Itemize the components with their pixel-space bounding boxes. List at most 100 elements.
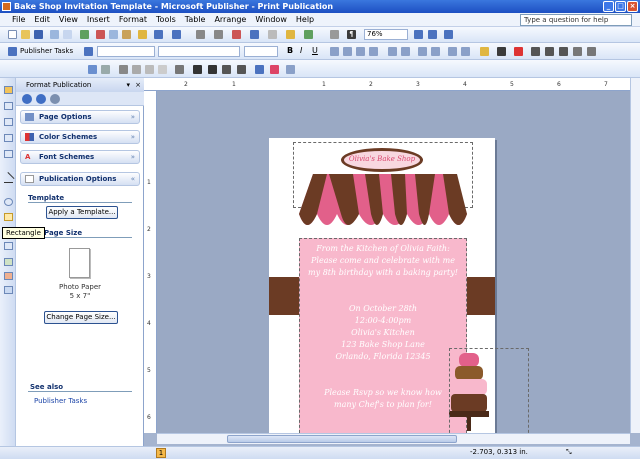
menu-window[interactable]: Window bbox=[255, 15, 287, 24]
horizontal-scrollbar[interactable] bbox=[157, 433, 630, 444]
publisher-tasks-label[interactable]: Publisher Tasks bbox=[20, 47, 73, 55]
line-color-icon[interactable] bbox=[497, 47, 506, 56]
menu-tools[interactable]: Tools bbox=[156, 15, 176, 24]
new-icon[interactable] bbox=[8, 30, 17, 39]
undo-icon[interactable] bbox=[154, 30, 163, 39]
expand-icon[interactable]: » bbox=[131, 131, 135, 143]
line-style-icon[interactable] bbox=[531, 47, 540, 56]
maximize-button[interactable]: □ bbox=[615, 1, 626, 12]
reset-picture-icon[interactable] bbox=[286, 65, 295, 74]
format-painter-icon[interactable] bbox=[138, 30, 147, 39]
shadow-style-icon[interactable] bbox=[573, 47, 582, 56]
menu-edit[interactable]: Edit bbox=[34, 15, 50, 24]
change-page-size-button[interactable]: Change Page Size... bbox=[44, 311, 118, 324]
help-search-input[interactable]: Type a question for help bbox=[520, 14, 632, 26]
font-size-up-icon[interactable] bbox=[448, 47, 457, 56]
color-icon[interactable] bbox=[101, 65, 110, 74]
menu-view[interactable]: View bbox=[59, 15, 78, 24]
help-icon[interactable] bbox=[444, 30, 453, 39]
awning-graphic[interactable] bbox=[299, 174, 467, 236]
justify-icon[interactable] bbox=[369, 47, 378, 56]
invitation-line[interactable]: 123 Bake Shop Lane bbox=[299, 339, 467, 351]
cut-icon[interactable] bbox=[96, 30, 105, 39]
align-center-icon[interactable] bbox=[343, 47, 352, 56]
open-icon[interactable] bbox=[21, 30, 30, 39]
apply-template-button[interactable]: Apply a Template... bbox=[46, 206, 118, 219]
form-control-icon[interactable] bbox=[4, 286, 13, 294]
redo-icon[interactable] bbox=[172, 30, 181, 39]
insert-hyperlink-icon[interactable] bbox=[232, 30, 241, 39]
picture-icon[interactable] bbox=[286, 30, 295, 39]
section-color-schemes[interactable]: Color Schemes » bbox=[20, 130, 140, 144]
invitation-line[interactable]: 12:00-4:00pm bbox=[299, 315, 467, 327]
page-navigator[interactable]: 1 bbox=[156, 448, 166, 458]
home-icon[interactable] bbox=[50, 94, 60, 104]
contrast-up-icon[interactable] bbox=[119, 65, 128, 74]
rotate-left-icon[interactable] bbox=[193, 65, 202, 74]
menu-format[interactable]: Format bbox=[119, 15, 147, 24]
select-objects-icon[interactable] bbox=[4, 86, 13, 94]
hot-spot-icon[interactable] bbox=[4, 258, 13, 266]
zoom-dropdown[interactable]: 76% bbox=[364, 29, 408, 40]
arrow-icon[interactable] bbox=[4, 182, 13, 190]
align-right-icon[interactable] bbox=[356, 47, 365, 56]
rectangle-icon[interactable] bbox=[4, 213, 13, 221]
bring-forward-icon[interactable] bbox=[196, 30, 205, 39]
shop-name[interactable]: Olivia's Bake Shop bbox=[341, 155, 423, 163]
special-characters-icon[interactable] bbox=[330, 30, 339, 39]
paste-icon[interactable] bbox=[122, 30, 131, 39]
line-style-picture-icon[interactable] bbox=[208, 65, 217, 74]
styles-icon[interactable] bbox=[84, 47, 93, 56]
invitation-line[interactable]: Olivia's Kitchen bbox=[299, 327, 467, 339]
menu-table[interactable]: Table bbox=[185, 15, 206, 24]
publisher-tasks-icon[interactable] bbox=[8, 47, 17, 56]
section-page-options[interactable]: Page Options » bbox=[20, 110, 140, 124]
pane-close-icon[interactable]: × bbox=[135, 78, 141, 92]
expand-icon[interactable]: » bbox=[131, 151, 135, 163]
align-left-icon[interactable] bbox=[330, 47, 339, 56]
autoshapes-icon[interactable] bbox=[4, 242, 13, 250]
invitation-line[interactable]: Please come and celebrate with me bbox=[299, 255, 467, 267]
style-dropdown[interactable] bbox=[97, 46, 155, 57]
dash-style-icon[interactable] bbox=[545, 47, 554, 56]
brightness-up-icon[interactable] bbox=[145, 65, 154, 74]
print-icon[interactable] bbox=[50, 30, 59, 39]
table-icon[interactable] bbox=[268, 30, 277, 39]
contrast-down-icon[interactable] bbox=[132, 65, 141, 74]
bullets-icon[interactable] bbox=[401, 47, 410, 56]
decrease-indent-icon[interactable] bbox=[418, 47, 427, 56]
pane-dropdown-icon[interactable]: ▾ bbox=[126, 78, 130, 92]
menu-help[interactable]: Help bbox=[296, 15, 314, 24]
invitation-line[interactable]: On October 28th bbox=[299, 303, 467, 315]
insert-table-icon[interactable] bbox=[4, 118, 13, 126]
print-preview-icon[interactable] bbox=[63, 30, 72, 39]
expand-icon[interactable]: » bbox=[131, 111, 135, 123]
zoom-in-icon[interactable] bbox=[428, 30, 437, 39]
fill-color-icon[interactable] bbox=[480, 47, 489, 56]
bold-button[interactable]: B bbox=[287, 46, 293, 55]
format-picture-icon[interactable] bbox=[255, 65, 264, 74]
spelling-icon[interactable] bbox=[80, 30, 89, 39]
font-dropdown[interactable] bbox=[158, 46, 240, 57]
vertical-scrollbar[interactable] bbox=[630, 78, 640, 433]
publisher-tasks-link[interactable]: Publisher Tasks bbox=[34, 397, 87, 405]
text-box-icon[interactable] bbox=[4, 102, 13, 110]
section-publication-options[interactable]: Publication Options « bbox=[20, 172, 140, 186]
menu-insert[interactable]: Insert bbox=[87, 15, 110, 24]
font-size-down-icon[interactable] bbox=[461, 47, 470, 56]
horizontal-ruler[interactable]: 2 1 1 2 3 4 5 6 7 bbox=[144, 78, 630, 91]
invitation-line[interactable]: many Chef's to plan for! bbox=[299, 399, 467, 411]
scroll-thumb[interactable] bbox=[227, 435, 457, 443]
publisher-app-icon[interactable] bbox=[2, 2, 11, 11]
send-backward-icon[interactable] bbox=[214, 30, 223, 39]
text-wrapping-icon[interactable] bbox=[237, 65, 246, 74]
invitation-line[interactable]: Orlando, Florida 12345 bbox=[299, 351, 467, 363]
increase-indent-icon[interactable] bbox=[431, 47, 440, 56]
invitation-line[interactable]: my 8th birthday with a baking party! bbox=[299, 267, 467, 279]
publication-workspace[interactable]: Olivia's Bake Shop From the Kitchen of O… bbox=[157, 91, 630, 433]
set-transparent-color-icon[interactable] bbox=[270, 65, 279, 74]
section-font-schemes[interactable]: A Font Schemes » bbox=[20, 150, 140, 164]
arrow-style-icon[interactable] bbox=[559, 47, 568, 56]
vertical-ruler[interactable]: 1 2 3 4 5 6 bbox=[144, 91, 157, 433]
font-color-icon[interactable] bbox=[514, 47, 523, 56]
